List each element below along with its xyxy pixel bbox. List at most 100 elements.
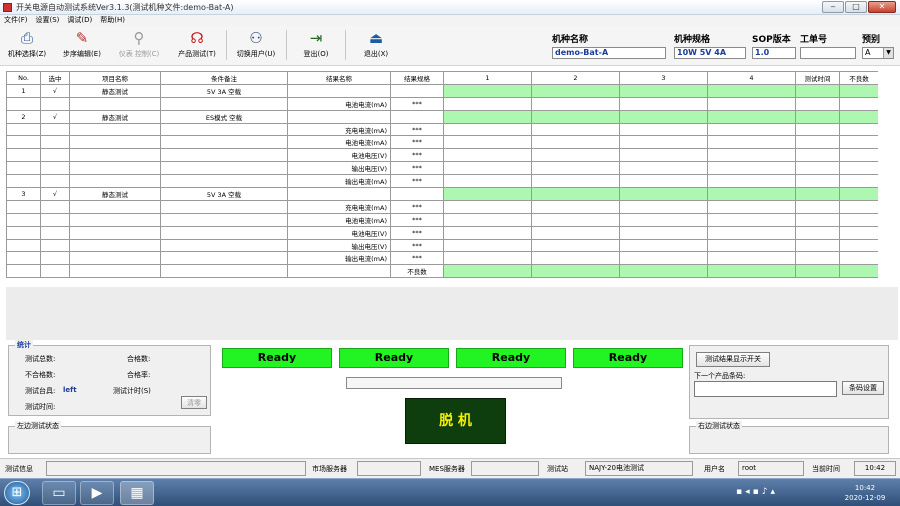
menu-file[interactable]: 文件(F)	[0, 15, 32, 26]
cell-test-time[interactable]	[795, 148, 840, 163]
start-button[interactable]: ⊞	[4, 481, 30, 505]
cell-result-2[interactable]	[531, 174, 620, 189]
cell-result-4[interactable]	[707, 187, 796, 201]
cell-item[interactable]	[69, 161, 161, 176]
cell-spec[interactable]: ***	[390, 212, 444, 227]
cell-result-1[interactable]	[443, 212, 532, 227]
cell-condition[interactable]	[160, 264, 288, 279]
cell-result[interactable]: 输出电流(mA)	[287, 174, 391, 189]
cell-spec[interactable]: ***	[390, 199, 444, 214]
cell-result-1[interactable]	[443, 148, 532, 163]
cell-selected[interactable]: √	[40, 83, 70, 98]
cell-condition[interactable]	[160, 251, 288, 266]
cell-result-4[interactable]	[707, 122, 796, 137]
cell-result[interactable]: 输出电流(mA)	[287, 251, 391, 266]
cell-item[interactable]	[69, 174, 161, 189]
cell-no[interactable]	[6, 122, 41, 137]
cell-no[interactable]	[6, 251, 41, 266]
cell-fail-count[interactable]	[839, 135, 878, 150]
cell-fail-count[interactable]	[839, 122, 878, 137]
col-header-selected[interactable]: 选中	[40, 71, 70, 85]
cell-test-time[interactable]	[795, 264, 840, 279]
cell-no[interactable]	[6, 199, 41, 214]
close-button[interactable]: ✕	[868, 1, 896, 13]
cell-result-1[interactable]	[443, 199, 532, 214]
col-header-result[interactable]: 结果名称	[287, 71, 391, 85]
cell-result-3[interactable]	[619, 187, 708, 201]
cell-result-2[interactable]	[531, 187, 620, 201]
cell-result-1[interactable]	[443, 187, 532, 201]
cell-result-4[interactable]	[707, 83, 796, 98]
switch-user-button[interactable]: ⚇ 切换用户(U)	[232, 27, 280, 64]
cell-condition[interactable]: ES模式 空载	[160, 109, 288, 124]
cell-no[interactable]: 3	[6, 187, 41, 201]
cell-result-3[interactable]	[619, 225, 708, 240]
offline-indicator[interactable]: 脱 机	[405, 398, 506, 444]
cell-selected[interactable]	[40, 161, 70, 176]
table-row[interactable]: 输出电流(mA) ***	[6, 174, 878, 189]
cell-test-time[interactable]	[795, 238, 840, 253]
cell-result-2[interactable]	[531, 148, 620, 163]
cell-item[interactable]	[69, 238, 161, 253]
cell-item[interactable]: 静态测试	[69, 83, 161, 98]
cell-no[interactable]	[6, 238, 41, 253]
cell-result-1[interactable]	[443, 174, 532, 189]
cell-no[interactable]	[6, 135, 41, 150]
cell-fail-count[interactable]	[839, 83, 878, 98]
cell-result-2[interactable]	[531, 161, 620, 176]
cell-fail-count[interactable]	[839, 174, 878, 189]
cell-result[interactable]: 输出电压(V)	[287, 238, 391, 253]
cell-fail-count[interactable]	[839, 225, 878, 240]
cell-result-4[interactable]	[707, 251, 796, 266]
cell-result-3[interactable]	[619, 135, 708, 150]
cell-item[interactable]	[69, 251, 161, 266]
cell-result[interactable]	[287, 187, 391, 201]
cell-fail-count[interactable]	[839, 161, 878, 176]
cell-result[interactable]	[287, 109, 391, 124]
cell-spec[interactable]: ***	[390, 122, 444, 137]
cell-result-1[interactable]	[443, 251, 532, 266]
cell-spec[interactable]	[390, 83, 444, 98]
cell-selected[interactable]	[40, 251, 70, 266]
col-header-4[interactable]: 4	[707, 71, 796, 85]
cell-test-time[interactable]	[795, 251, 840, 266]
cell-result-2[interactable]	[531, 264, 620, 279]
cell-result-2[interactable]	[531, 96, 620, 111]
cell-selected[interactable]	[40, 174, 70, 189]
cell-result[interactable]	[287, 264, 391, 279]
cell-selected[interactable]	[40, 135, 70, 150]
cell-condition[interactable]: 5V 3A 空载	[160, 83, 288, 98]
next-barcode-input[interactable]	[694, 381, 837, 397]
cell-result-3[interactable]	[619, 251, 708, 266]
cell-result-4[interactable]	[707, 135, 796, 150]
cell-result-2[interactable]	[531, 109, 620, 124]
cell-selected[interactable]	[40, 199, 70, 214]
cell-spec[interactable]	[390, 109, 444, 124]
table-row[interactable]: 电池电压(V) ***	[6, 148, 878, 163]
cell-fail-count[interactable]	[839, 148, 878, 163]
cell-no[interactable]: 1	[6, 83, 41, 98]
cell-spec[interactable]: ***	[390, 238, 444, 253]
menu-settings[interactable]: 设置(S)	[32, 15, 64, 26]
side-select[interactable]: A ▼	[862, 47, 894, 59]
cell-condition[interactable]	[160, 212, 288, 227]
cell-result[interactable]: 电池电压(V)	[287, 225, 391, 240]
cell-result-3[interactable]	[619, 161, 708, 176]
clock[interactable]: 10:42 2020-12-09	[836, 483, 894, 503]
cell-result-4[interactable]	[707, 174, 796, 189]
test-app-taskbar-icon[interactable]: ▦	[120, 481, 154, 505]
cell-result-4[interactable]	[707, 199, 796, 214]
cell-no[interactable]	[6, 161, 41, 176]
cell-result-3[interactable]	[619, 83, 708, 98]
cell-spec[interactable]: ***	[390, 251, 444, 266]
cell-result-4[interactable]	[707, 264, 796, 279]
table-row[interactable]: 电池电流(mA) ***	[6, 212, 878, 227]
col-header-2[interactable]: 2	[531, 71, 620, 85]
cell-selected[interactable]	[40, 225, 70, 240]
cell-condition[interactable]	[160, 96, 288, 111]
cell-result-4[interactable]	[707, 109, 796, 124]
cell-spec[interactable]: ***	[390, 161, 444, 176]
cell-condition[interactable]	[160, 122, 288, 137]
explorer-taskbar-icon[interactable]: ▭	[42, 481, 76, 505]
cell-result-4[interactable]	[707, 238, 796, 253]
